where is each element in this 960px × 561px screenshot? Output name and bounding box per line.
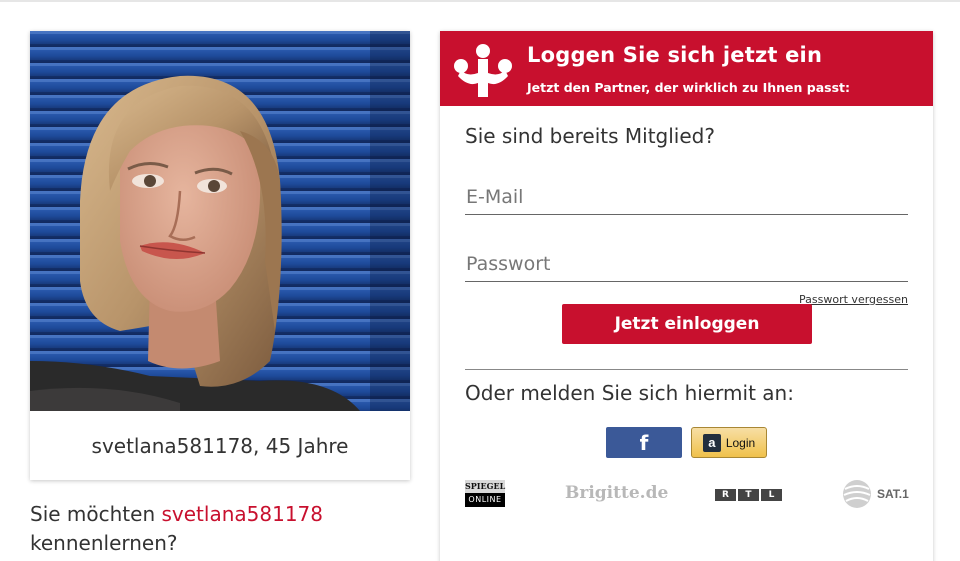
amazon-login-label: Login xyxy=(725,435,756,450)
partner-logos: SPIEGEL ONLINE Brigitte.de R T L SAT.1 xyxy=(440,479,933,513)
login-subtitle: Jetzt den Partner, der wirklich zu Ihnen… xyxy=(527,80,851,95)
login-header: Loggen Sie sich jetzt ein Jetzt den Part… xyxy=(440,31,933,106)
amazon-login-button[interactable]: a Login xyxy=(691,427,767,458)
member-question: Sie sind bereits Mitglied? xyxy=(465,124,715,148)
login-title: Loggen Sie sich jetzt ein xyxy=(527,43,823,67)
sat1-logo: SAT.1 xyxy=(877,487,909,501)
spiegel-online-logo: SPIEGEL ONLINE xyxy=(465,480,505,507)
facebook-login-button[interactable]: f xyxy=(606,427,682,458)
profile-name-age: svetlana581178, 45 Jahre xyxy=(91,433,349,458)
facebook-icon: f xyxy=(639,430,649,455)
rtl-letter: T xyxy=(738,489,759,501)
sat1-globe-icon xyxy=(843,480,871,508)
password-field[interactable] xyxy=(465,246,908,282)
amazon-icon: a xyxy=(702,433,721,452)
rtl-letter: R xyxy=(715,489,736,501)
meet-suffix: kennenlernen? xyxy=(30,531,178,555)
profile-card[interactable]: svetlana581178, 45 Jahre xyxy=(30,31,410,480)
rtl-logo: R T L xyxy=(715,489,782,501)
email-field[interactable] xyxy=(465,179,908,215)
divider xyxy=(465,369,908,370)
spiegel-logo-top: SPIEGEL xyxy=(465,480,506,493)
login-button[interactable]: Jetzt einloggen xyxy=(562,304,812,344)
brigitte-logo: Brigitte.de xyxy=(565,483,669,503)
paw-logo-icon xyxy=(454,44,512,97)
meet-prompt: Sie möchten svetlana581178 kennenlernen? xyxy=(30,500,410,558)
profile-photo-image xyxy=(30,31,410,411)
login-panel: Loggen Sie sich jetzt ein Jetzt den Part… xyxy=(440,31,933,561)
social-login-question: Oder melden Sie sich hiermit an: xyxy=(465,381,794,405)
top-divider xyxy=(0,0,960,2)
forgot-password-link[interactable]: Passwort vergessen xyxy=(799,293,908,306)
profile-photo[interactable] xyxy=(30,31,410,411)
meet-username-link[interactable]: svetlana581178 xyxy=(162,502,324,526)
rtl-letter: L xyxy=(761,489,782,501)
spiegel-logo-bottom: ONLINE xyxy=(468,495,502,504)
meet-prefix: Sie möchten xyxy=(30,502,156,526)
